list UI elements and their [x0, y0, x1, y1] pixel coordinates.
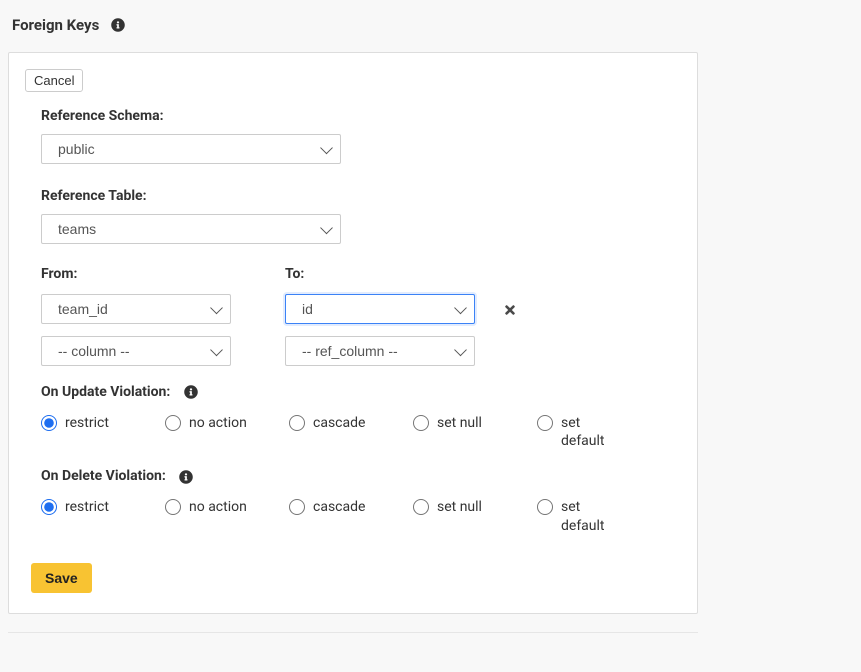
section-header: Foreign Keys: [8, 8, 853, 52]
reference-schema-label: Reference Schema:: [41, 102, 681, 134]
on-update-set-null[interactable]: set null: [413, 414, 525, 450]
to-column-placeholder-select-wrap: -- ref_column --: [285, 336, 475, 366]
info-icon[interactable]: [111, 18, 125, 32]
on-update-restrict[interactable]: restrict: [41, 414, 153, 450]
to-column-placeholder-select[interactable]: -- ref_column --: [285, 336, 475, 366]
to-column-select[interactable]: id: [285, 294, 475, 324]
to-column-select-wrap: id: [285, 294, 475, 324]
reference-table-select[interactable]: teams: [41, 214, 341, 244]
reference-schema-select-wrap: public: [41, 134, 341, 164]
on-update-cascade[interactable]: cascade: [289, 414, 401, 450]
on-delete-label: On Delete Violation:: [41, 462, 681, 498]
reference-schema-select[interactable]: public: [41, 134, 341, 164]
divider: [8, 632, 698, 633]
save-button[interactable]: Save: [31, 563, 92, 593]
from-column-placeholder-select[interactable]: -- column --: [41, 336, 231, 366]
to-label: To:: [285, 266, 517, 294]
on-update-label: On Update Violation:: [41, 378, 681, 414]
cancel-button[interactable]: Cancel: [25, 69, 83, 92]
on-delete-set-default[interactable]: set default: [537, 498, 627, 534]
on-update-no-action[interactable]: no action: [165, 414, 277, 450]
reference-table-select-wrap: teams: [41, 214, 341, 244]
on-delete-no-action[interactable]: no action: [165, 498, 277, 534]
from-label: From:: [41, 266, 231, 294]
on-update-set-default[interactable]: set default: [537, 414, 627, 450]
from-column-placeholder-select-wrap: -- column --: [41, 336, 231, 366]
on-update-radios: restrict no action cascade set null set …: [41, 414, 681, 450]
on-delete-radios: restrict no action cascade set null set …: [41, 498, 681, 534]
on-delete-restrict[interactable]: restrict: [41, 498, 153, 534]
from-column-select[interactable]: team_id: [41, 294, 231, 324]
on-delete-set-null[interactable]: set null: [413, 498, 525, 534]
from-column-select-wrap: team_id: [41, 294, 231, 324]
reference-table-label: Reference Table:: [41, 182, 681, 214]
section-title: Foreign Keys: [12, 16, 99, 34]
info-icon[interactable]: [184, 385, 198, 399]
info-icon[interactable]: [179, 470, 193, 484]
on-delete-cascade[interactable]: cascade: [289, 498, 401, 534]
foreign-key-form: Cancel Reference Schema: public Referenc…: [8, 52, 698, 614]
remove-mapping-icon[interactable]: [503, 303, 517, 317]
